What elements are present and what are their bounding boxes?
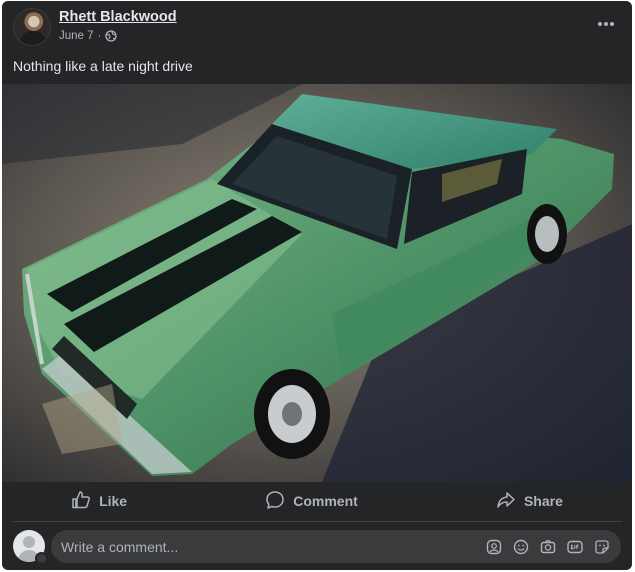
comment-composer	[51, 530, 621, 563]
more-options-icon[interactable]	[594, 13, 618, 35]
avatar-sticker-icon[interactable]	[485, 538, 503, 556]
meta-separator: ·	[97, 30, 102, 42]
post-meta: June 7 ·	[59, 30, 118, 42]
like-button[interactable]: Like	[41, 486, 157, 517]
post-photo[interactable]	[2, 84, 632, 482]
viewer-avatar[interactable]	[13, 530, 49, 566]
share-button[interactable]: Share	[466, 486, 593, 517]
comment-bubble-icon	[265, 490, 285, 513]
post-header: Rhett Blackwood June 7 ·	[2, 1, 632, 53]
car-photo	[2, 84, 632, 482]
actions-divider	[12, 521, 622, 522]
post-caption: Nothing like a late night drive	[13, 58, 193, 74]
post-actions: Like Comment Share	[2, 485, 632, 517]
comment-button[interactable]: Comment	[235, 486, 388, 517]
thumbs-up-icon	[71, 490, 91, 513]
post-date[interactable]: June 7	[59, 30, 94, 42]
sticker-icon[interactable]	[593, 538, 611, 556]
chevron-down-icon	[35, 552, 48, 565]
like-label: Like	[99, 493, 128, 509]
author-avatar[interactable]	[13, 8, 51, 46]
gif-icon[interactable]	[566, 538, 584, 556]
author-name[interactable]: Rhett Blackwood	[59, 9, 177, 25]
share-arrow-icon	[496, 490, 516, 513]
camera-icon[interactable]	[539, 538, 557, 556]
emoji-icon[interactable]	[512, 538, 530, 556]
globe-icon	[105, 30, 118, 42]
share-label: Share	[523, 493, 563, 509]
composer-tools	[485, 538, 621, 556]
comment-label: Comment	[293, 493, 358, 509]
comment-input[interactable]	[61, 538, 485, 555]
post-card: Rhett Blackwood June 7 · Nothing like a …	[2, 1, 632, 570]
